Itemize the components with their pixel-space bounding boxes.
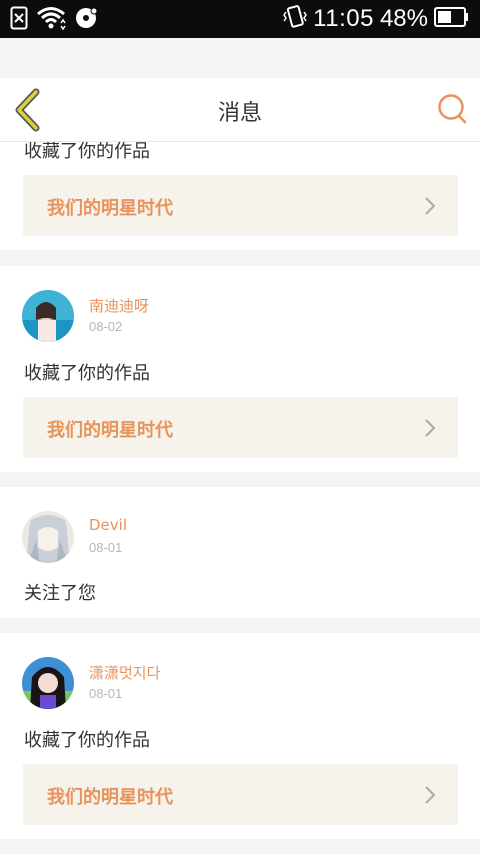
chevron-right-icon bbox=[424, 418, 436, 438]
search-icon bbox=[436, 94, 468, 130]
work-title: 我们的明星时代 bbox=[47, 787, 173, 808]
header-bar: 消息 bbox=[0, 78, 480, 142]
message-date: 08-01 bbox=[89, 686, 123, 701]
avatar[interactable] bbox=[22, 290, 74, 342]
vibrate-icon bbox=[283, 4, 308, 34]
user-name[interactable]: 潇潇멋지다 bbox=[89, 662, 160, 683]
user-name[interactable]: Devil bbox=[89, 516, 127, 534]
message-card: 潇潇멋지다 08-01 收藏了你的作品 我们的明星时代 bbox=[0, 633, 480, 839]
user-name[interactable]: 南迪迪呀 bbox=[89, 295, 149, 316]
wifi-icon bbox=[36, 6, 66, 34]
message-action: 收藏了你的作品 bbox=[24, 730, 150, 751]
work-link[interactable]: 我们的明星时代 bbox=[23, 764, 458, 825]
message-action: 关注了您 bbox=[24, 583, 96, 604]
battery-icon bbox=[434, 6, 470, 32]
sim-error-icon bbox=[10, 6, 28, 34]
message-date: 08-01 bbox=[89, 540, 123, 555]
disk-sync-icon bbox=[74, 6, 98, 34]
message-date: 08-02 bbox=[89, 319, 123, 334]
message-card: 南迪迪呀 08-02 收藏了你的作品 我们的明星时代 bbox=[0, 266, 480, 472]
message-card: Devil 08-01 关注了您 bbox=[0, 487, 480, 618]
work-title: 我们的明星时代 bbox=[47, 420, 173, 441]
work-title: 我们的明星时代 bbox=[47, 198, 173, 219]
status-time: 11:05 bbox=[313, 5, 374, 32]
search-button[interactable] bbox=[436, 92, 468, 126]
page-title: 消息 bbox=[217, 101, 262, 126]
work-link[interactable]: 我们的明星时代 bbox=[23, 397, 458, 458]
chevron-right-icon bbox=[424, 196, 436, 216]
chevron-right-icon bbox=[424, 785, 436, 805]
status-bar: 11:05 48% bbox=[0, 0, 480, 38]
battery-percent: 48% bbox=[379, 5, 428, 32]
message-list[interactable]: 收藏了你的作品 我们的明星时代 南迪迪呀 08-02 收藏了你的作品 我们的明星… bbox=[0, 142, 480, 854]
message-action: 收藏了你的作品 bbox=[24, 142, 150, 162]
work-link[interactable]: 我们的明星时代 bbox=[23, 175, 458, 236]
message-card: 收藏了你的作品 我们的明星时代 bbox=[0, 142, 480, 250]
message-action: 收藏了你的作品 bbox=[24, 363, 150, 384]
avatar[interactable] bbox=[22, 657, 74, 709]
avatar[interactable] bbox=[22, 511, 74, 563]
